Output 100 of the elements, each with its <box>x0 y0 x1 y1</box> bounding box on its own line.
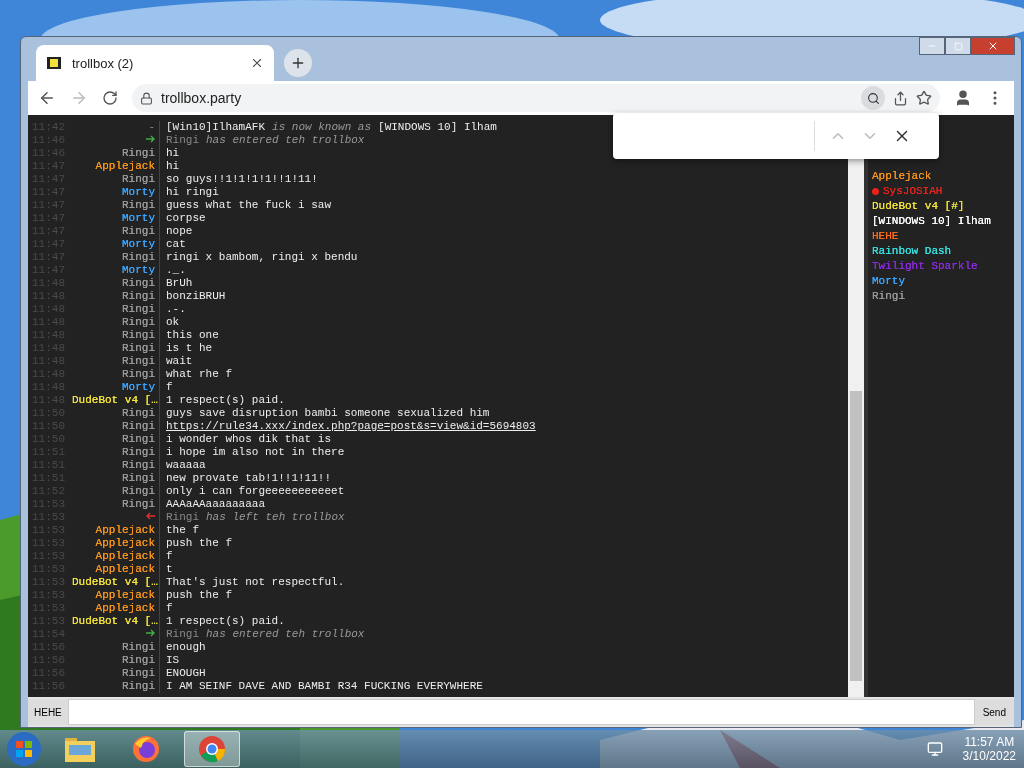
nickname: Ringi <box>72 355 160 368</box>
event-nickname: Ringi <box>166 511 199 524</box>
arrow-right-icon <box>146 629 155 637</box>
message-text: IS <box>165 654 181 667</box>
network-icon[interactable] <box>926 741 943 757</box>
message-text: 1 respect(s) paid. <box>165 615 286 628</box>
nickname: Ringi <box>72 342 160 355</box>
nickname: Ringi <box>72 680 160 693</box>
nickname: Ringi <box>72 407 160 420</box>
message-text: I AM SEINF DAVE AND BAMBI R34 FUCKING EVERYWHERE <box>165 680 484 693</box>
nickname: Ringi <box>72 654 160 667</box>
nickname: Ringi <box>72 667 160 680</box>
nickname: Applejack <box>72 550 160 563</box>
message-text: That's just not respectful. <box>165 576 346 589</box>
user-name[interactable]: Applejack <box>872 169 1010 184</box>
nickname: Ringi <box>72 329 160 342</box>
minimize-button[interactable] <box>919 37 945 55</box>
message-text: guys save disruption bambi someone sexualized him <box>165 407 491 420</box>
taskbar-app[interactable] <box>184 731 240 767</box>
search-icon[interactable] <box>861 86 885 110</box>
message-text: bonziBRUH <box>165 290 227 303</box>
message-text: the f <box>165 524 200 537</box>
nickname: Ringi <box>72 433 160 446</box>
user-name[interactable]: Rainbow Dash <box>872 244 1010 259</box>
message-text: push the f <box>165 537 233 550</box>
star-icon[interactable] <box>916 90 932 106</box>
nickname-button[interactable]: HEHE <box>28 699 68 725</box>
nickname: Ringi <box>72 446 160 459</box>
message-text: i hope im also not in there <box>165 446 346 459</box>
message-text: waaaaa <box>165 459 207 472</box>
message-text: only i can forgeeeeeeeeeeet <box>165 485 346 498</box>
message-text: corpse <box>165 212 207 225</box>
nickname: Ringi <box>72 251 160 264</box>
nickname: Applejack <box>72 524 160 537</box>
start-button[interactable] <box>6 731 42 767</box>
nickname: Applejack <box>72 537 160 550</box>
nickname: Ringi <box>72 277 160 290</box>
user-name[interactable]: HEHE <box>872 229 1010 244</box>
back-icon[interactable] <box>38 89 56 107</box>
nickname: Ringi <box>72 498 160 511</box>
maximize-button[interactable] <box>945 37 971 55</box>
message-text: BrUh <box>165 277 194 290</box>
firefox-icon <box>131 734 161 764</box>
share-icon[interactable] <box>893 90 908 106</box>
nickname: Ringi <box>72 303 160 316</box>
favicon-icon <box>46 55 62 71</box>
nickname: Ringi <box>72 472 160 485</box>
message-text: cat <box>165 238 187 251</box>
nickname: Ringi <box>72 459 160 472</box>
maximize-icon <box>953 41 963 51</box>
message-text: .-. <box>165 303 187 316</box>
reload-icon[interactable] <box>102 90 118 106</box>
tab-title: trollbox (2) <box>72 55 135 71</box>
message-text: hi <box>165 160 181 173</box>
plus-icon <box>290 55 306 71</box>
message-input[interactable] <box>67 699 975 725</box>
profile-icon[interactable] <box>954 89 972 107</box>
event-nickname: Ringi <box>166 628 199 641</box>
message-link[interactable]: https://rule34.xxx/index.php?page=post&s=view&id=5694803 <box>166 420 536 432</box>
address-bar[interactable]: trollbox.party <box>132 84 940 112</box>
user-name[interactable]: [WINDOWS 10] Ilham <box>872 214 1010 229</box>
nickname: Applejack <box>72 563 160 576</box>
nickname: Applejack <box>72 160 160 173</box>
message-text: push the f <box>165 589 233 602</box>
nickname: Morty <box>72 264 160 277</box>
message-text: ok <box>165 316 181 329</box>
clock[interactable]: 11:57 AM 3/10/2022 <box>962 735 1016 763</box>
arrow-left-icon <box>146 512 155 520</box>
message-text: 1 respect(s) paid. <box>165 394 286 407</box>
nickname: Ringi <box>72 316 160 329</box>
send-button[interactable]: Send <box>974 699 1014 725</box>
user-name[interactable]: Ringi <box>872 289 1010 304</box>
message-text: is t he <box>165 342 214 355</box>
message-text: ._. <box>165 264 187 277</box>
user-name[interactable]: Morty <box>872 274 1010 289</box>
message-text: f <box>165 602 174 615</box>
user-name[interactable]: SysJOSIAH <box>872 184 1010 199</box>
nickname: Ringi <box>72 485 160 498</box>
nickname: DudeBot v4 [… <box>72 394 160 407</box>
folder-icon <box>64 735 96 763</box>
event-text: has left teh trollbox <box>206 511 345 524</box>
nickname: Ringi <box>72 290 160 303</box>
nickname: Ringi <box>72 147 160 160</box>
message-text: i wonder whos dik that is <box>165 433 333 446</box>
new-tab-button[interactable] <box>284 49 312 77</box>
browser-tab[interactable]: trollbox (2) <box>36 45 274 81</box>
message-text: so guys!!1!1!1!1!!1!11! <box>165 173 319 186</box>
message-text: what rhe f <box>165 368 233 381</box>
message-text: ringi x bambom, ringi x bendu <box>165 251 359 264</box>
message-text: f <box>165 381 174 394</box>
nickname: Ringi <box>72 225 160 238</box>
message-text: new provate tab!1!!1!11!! <box>165 472 333 485</box>
nickname: Ringi <box>72 368 160 381</box>
close-icon[interactable] <box>250 56 264 70</box>
lock-icon <box>140 91 153 105</box>
arrow-right-icon <box>146 135 155 143</box>
message-text: nope <box>165 225 194 238</box>
user-name[interactable]: DudeBot v4 [#] <box>872 199 1010 214</box>
nickname: Ringi <box>72 641 160 654</box>
message-text: this one <box>165 329 220 342</box>
